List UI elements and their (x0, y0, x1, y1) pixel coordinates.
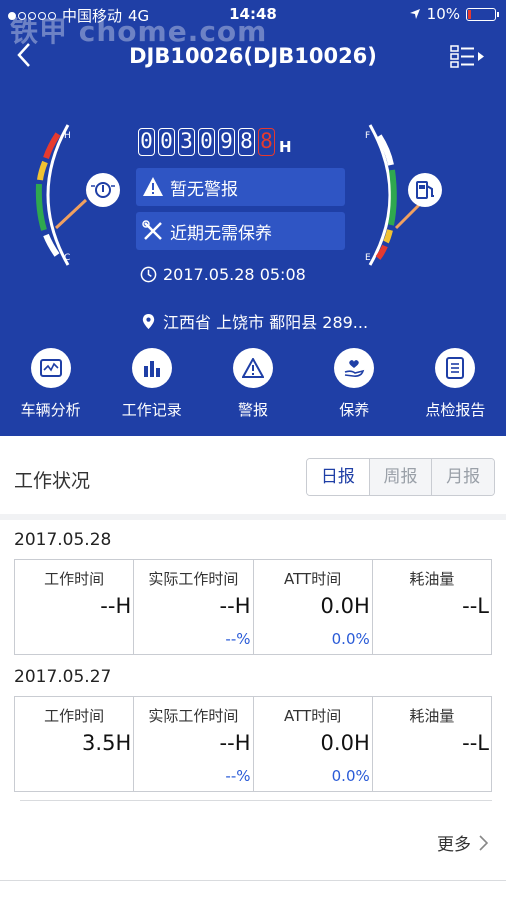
table-cell: 耗油量 --L (371, 697, 491, 791)
shortcut-label: 警报 (238, 401, 269, 419)
column-header: 工作时间 (44, 707, 105, 725)
column-header: ATT时间 (284, 707, 342, 725)
table-cell: 工作时间 --H (15, 560, 133, 654)
maintenance-button[interactable]: 保养 (304, 348, 405, 428)
last-update: 2017.05.28 05:08 (140, 265, 306, 284)
bar-chart-icon (143, 361, 160, 377)
hour-unit: H (279, 138, 292, 156)
hour-digit: 9 (218, 128, 235, 156)
alarm-text: 暂无警报 (170, 179, 238, 200)
cell-value: --H (100, 594, 132, 618)
location-text: 江西省 上饶市 鄱阳县 289... (163, 313, 369, 332)
shortcut-label: 工作记录 (121, 401, 182, 419)
cell-value: 0.0H (320, 731, 370, 755)
hour-digit: 0 (158, 128, 175, 156)
inspection-report-button[interactable]: 点检报告 (405, 348, 506, 428)
work-status-title: 工作状况 (14, 470, 91, 492)
warning-triangle-icon (242, 358, 264, 378)
shortcut-bar: 车辆分析 工作记录 警报 保养 点检报告 (0, 348, 506, 428)
more-link[interactable]: 更多 (437, 830, 488, 855)
alarm-status[interactable]: 暂无警报 (136, 168, 345, 206)
record-table: 工作时间 3.5H 实际工作时间 --H --% ATT时间 0.0H 0.0%… (14, 696, 492, 792)
cell-percent: 0.0% (331, 630, 370, 648)
tab-daily[interactable]: 日报 (307, 459, 369, 495)
record-table: 工作时间 --H 实际工作时间 --H --% ATT时间 0.0H 0.0% … (14, 559, 492, 655)
fuel-gauge: F E (350, 120, 450, 270)
battery-percent: 10% (426, 5, 460, 23)
document-icon (446, 357, 465, 379)
shortcut-label: 车辆分析 (20, 401, 81, 419)
maintenance-text: 近期无需保养 (170, 223, 272, 244)
fuel-empty-label: E (365, 253, 371, 263)
table-cell: ATT时间 0.0H 0.0% (252, 697, 372, 791)
temp-high-label: H (64, 131, 71, 141)
table-cell: 实际工作时间 --H --% (133, 560, 252, 654)
cell-value: --L (462, 731, 489, 755)
temperature-gauge: H C (28, 120, 128, 270)
battery-icon (466, 7, 499, 21)
column-header: 耗油量 (409, 707, 455, 725)
cell-value: 0.0H (320, 594, 370, 618)
map-pin-icon (142, 313, 155, 329)
chevron-right-icon (479, 834, 488, 851)
column-header: 实际工作时间 (148, 570, 239, 588)
hour-digit: 8 (238, 128, 255, 156)
engine-temperature-icon (86, 173, 120, 207)
table-cell: 耗油量 --L (371, 560, 491, 654)
vehicle-analysis-button[interactable]: 车辆分析 (0, 348, 101, 428)
record-date: 2017.05.28 (14, 530, 112, 550)
bottom-divider (0, 880, 506, 881)
hour-digit: 0 (138, 128, 155, 156)
dashboard-header: 中国移动 4G 14:48 10% 铁甲 chome.com DJB10026(… (0, 0, 506, 436)
list-menu-icon (450, 45, 484, 68)
report-period-tabs: 日报 周报 月报 (306, 458, 495, 496)
cell-value: --H (219, 594, 251, 618)
column-header: 实际工作时间 (148, 707, 239, 725)
heart-hand-icon (344, 360, 365, 377)
cell-percent: 0.0% (331, 767, 370, 785)
list-divider (20, 800, 492, 801)
cell-percent: --% (225, 630, 251, 648)
hour-decimal-digit: 8 (258, 128, 275, 156)
hour-digit: 3 (178, 128, 195, 156)
tab-weekly[interactable]: 周报 (368, 459, 432, 495)
table-cell: 实际工作时间 --H --% (133, 697, 252, 791)
warning-icon (143, 177, 163, 196)
table-cell: 工作时间 3.5H (15, 697, 133, 791)
table-cell: ATT时间 0.0H 0.0% (252, 560, 372, 654)
location-arrow-icon (409, 9, 420, 19)
cell-value: --H (219, 731, 251, 755)
shortcut-label: 点检报告 (425, 401, 486, 419)
more-label: 更多 (437, 835, 471, 855)
temp-low-label: C (64, 253, 70, 263)
record-date: 2017.05.27 (14, 667, 112, 687)
timestamp: 2017.05.28 05:08 (163, 265, 306, 284)
clock-icon (140, 266, 157, 283)
tab-monthly[interactable]: 月报 (431, 459, 494, 495)
hour-digit: 0 (198, 128, 215, 156)
column-header: 耗油量 (409, 570, 455, 588)
fuel-pump-icon (408, 173, 442, 207)
menu-button[interactable] (450, 44, 486, 70)
work-records-button[interactable]: 工作记录 (101, 348, 202, 428)
fuel-full-label: F (365, 131, 370, 141)
page-title: DJB10026(DJB10026) (129, 44, 377, 68)
location[interactable]: 江西省 上饶市 鄱阳县 289... (140, 309, 368, 333)
chart-monitor-icon (39, 359, 62, 377)
maintenance-status[interactable]: 近期无需保养 (136, 212, 345, 250)
hour-meter: 0 0 3 0 9 8 8 H (138, 128, 292, 156)
cell-value: 3.5H (82, 731, 132, 755)
section-divider (0, 514, 506, 520)
cell-percent: --% (225, 767, 251, 785)
tools-icon (142, 220, 162, 240)
shortcut-label: 保养 (339, 401, 370, 419)
cell-value: --L (462, 594, 489, 618)
alarm-button[interactable]: 警报 (202, 348, 303, 428)
column-header: 工作时间 (44, 570, 105, 588)
column-header: ATT时间 (284, 570, 342, 588)
